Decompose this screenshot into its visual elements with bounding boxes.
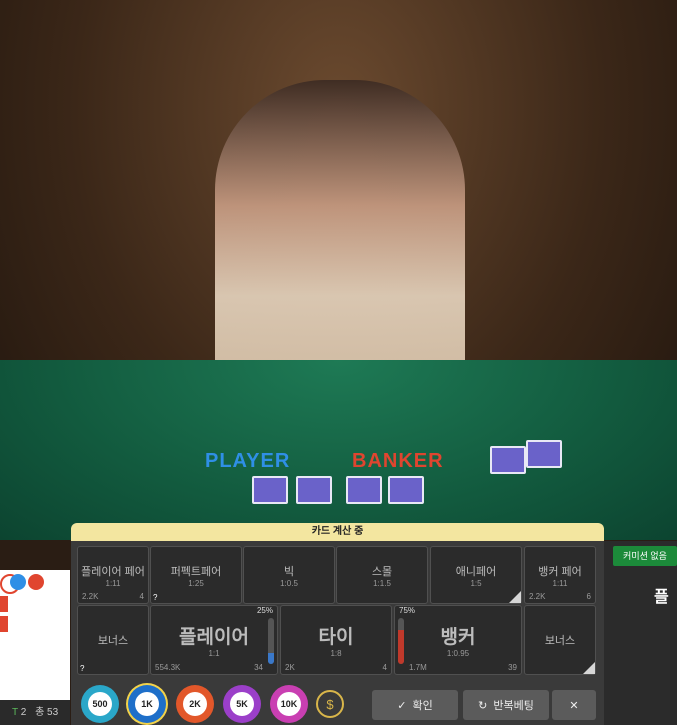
table-card [296, 476, 332, 504]
close-icon: ✕ [569, 699, 579, 712]
road-mark [10, 574, 26, 590]
cancel-button[interactable]: ✕ [552, 690, 596, 720]
info-corner-icon [509, 591, 521, 603]
chip-label: 500 [88, 692, 112, 716]
help-icon[interactable]: ? [153, 593, 157, 602]
total-label: 총 [35, 707, 45, 718]
chip-label: 5K [230, 692, 254, 716]
side-panel: 커미션 없음 플 [604, 541, 677, 725]
chip-5k[interactable]: 5K [223, 685, 261, 723]
bet-players: 4 [382, 663, 387, 672]
chip-1k[interactable]: 1K [128, 685, 166, 723]
live-video-feed: PLAYER BANKER [0, 0, 677, 540]
repeat-icon: ↻ [478, 699, 488, 712]
bet-odds: 1:1 [208, 649, 220, 658]
repeat-bet-button[interactable]: ↻ 반복베팅 [463, 690, 549, 720]
confirm-button[interactable]: ✓ 확인 [372, 690, 458, 720]
bet-spot-right-bonus[interactable]: 보너스 [524, 605, 596, 675]
bet-odds: 1:5 [470, 579, 482, 588]
bet-percent: 25% [256, 606, 273, 615]
table-card [490, 446, 526, 474]
side-panel-title: 플 [654, 589, 669, 606]
bet-odds: 1:0.5 [280, 579, 298, 588]
bet-spot-player-pair[interactable]: 플레이어 페어 1:11 2.2K 4 [77, 546, 149, 604]
bet-players: 6 [586, 592, 591, 601]
chip-settings-icon[interactable]: $ [316, 690, 344, 718]
total-count: 53 [47, 707, 59, 718]
bet-spot-banker[interactable]: 뱅커 1:0.95 1.7M 39 75% [394, 605, 522, 675]
chip-500[interactable]: 500 [81, 685, 119, 723]
help-icon[interactable]: ? [80, 664, 84, 673]
tie-count: 2 [20, 707, 27, 718]
bet-name: 스몰 [371, 566, 393, 578]
bet-odds: 1:25 [188, 579, 204, 588]
repeat-label: 반복베팅 [493, 700, 534, 712]
tie-label: T [12, 707, 18, 718]
table-card [526, 440, 562, 468]
player-bet-meter [268, 618, 274, 664]
bet-name: 보너스 [97, 635, 129, 647]
bet-name: 빅 [283, 566, 295, 578]
table-card [346, 476, 382, 504]
chip-2k[interactable]: 2K [176, 685, 214, 723]
banker-table-label: BANKER [352, 450, 444, 472]
player-table-label: PLAYER [205, 450, 291, 472]
bet-odds: 1:1.5 [373, 579, 391, 588]
bet-odds: 1:11 [105, 579, 121, 588]
road-mark [28, 574, 44, 590]
bet-amount: 2K [285, 663, 295, 672]
bet-name: 뱅커 페어 [538, 566, 582, 578]
bet-name: 퍼펙트페어 [170, 566, 222, 578]
bet-players: 39 [508, 663, 517, 672]
road-mark [0, 596, 8, 612]
bet-spot-left-bonus[interactable]: 보너스 ? [77, 605, 149, 675]
bet-name: 애니페어 [455, 566, 497, 578]
bet-name: 뱅커 [440, 627, 476, 648]
bet-name: 플레이어 [179, 627, 249, 648]
table-card [252, 476, 288, 504]
banker-bet-meter [398, 618, 404, 664]
bet-odds: 1:0.95 [446, 649, 470, 658]
bet-spot-big[interactable]: 빅 1:0.5 [243, 546, 335, 604]
bet-name: 보너스 [544, 635, 576, 647]
bet-percent: 75% [399, 606, 416, 615]
chip-10k[interactable]: 10K [270, 685, 308, 723]
bet-amount: 554.3K [155, 663, 181, 672]
bet-spot-any-pair[interactable]: 애니페어 1:5 [430, 546, 522, 604]
commission-badge[interactable]: 커미션 없음 [613, 546, 677, 566]
bet-players: 4 [139, 592, 144, 601]
round-status: 카드 계산 중 [71, 523, 604, 541]
chip-label: 10K [277, 692, 301, 716]
bet-name: 타이 [318, 627, 354, 648]
confirm-label: 확인 [412, 700, 433, 712]
bet-spot-tie[interactable]: 타이 1:8 2K 4 [280, 605, 392, 675]
bet-spot-banker-pair[interactable]: 뱅커 페어 1:11 2.2K 6 [524, 546, 596, 604]
info-corner-icon [583, 662, 595, 674]
chip-label: 2K [183, 692, 207, 716]
roadmap [0, 570, 70, 700]
bet-amount: 2.2K [529, 592, 546, 601]
bet-spot-small[interactable]: 스몰 1:1.5 [336, 546, 428, 604]
table-felt [0, 360, 677, 540]
bet-spot-player[interactable]: 플레이어 1:1 554.3K 34 25% [150, 605, 278, 675]
roadmap-stats: T 2 총 53 [0, 700, 70, 725]
table-card [388, 476, 424, 504]
bet-name: 플레이어 페어 [81, 566, 145, 578]
bet-odds: 1:11 [552, 579, 568, 588]
bet-amount: 2.2K [82, 592, 99, 601]
bet-spot-perfect-pair[interactable]: 퍼펙트페어 1:25 ? [150, 546, 242, 604]
bet-players: 34 [254, 663, 263, 672]
road-mark [0, 616, 8, 632]
chip-label: 1K [135, 692, 159, 716]
bet-odds: 1:8 [330, 649, 342, 658]
check-icon: ✓ [397, 699, 407, 712]
bet-amount: 1.7M [409, 663, 427, 672]
